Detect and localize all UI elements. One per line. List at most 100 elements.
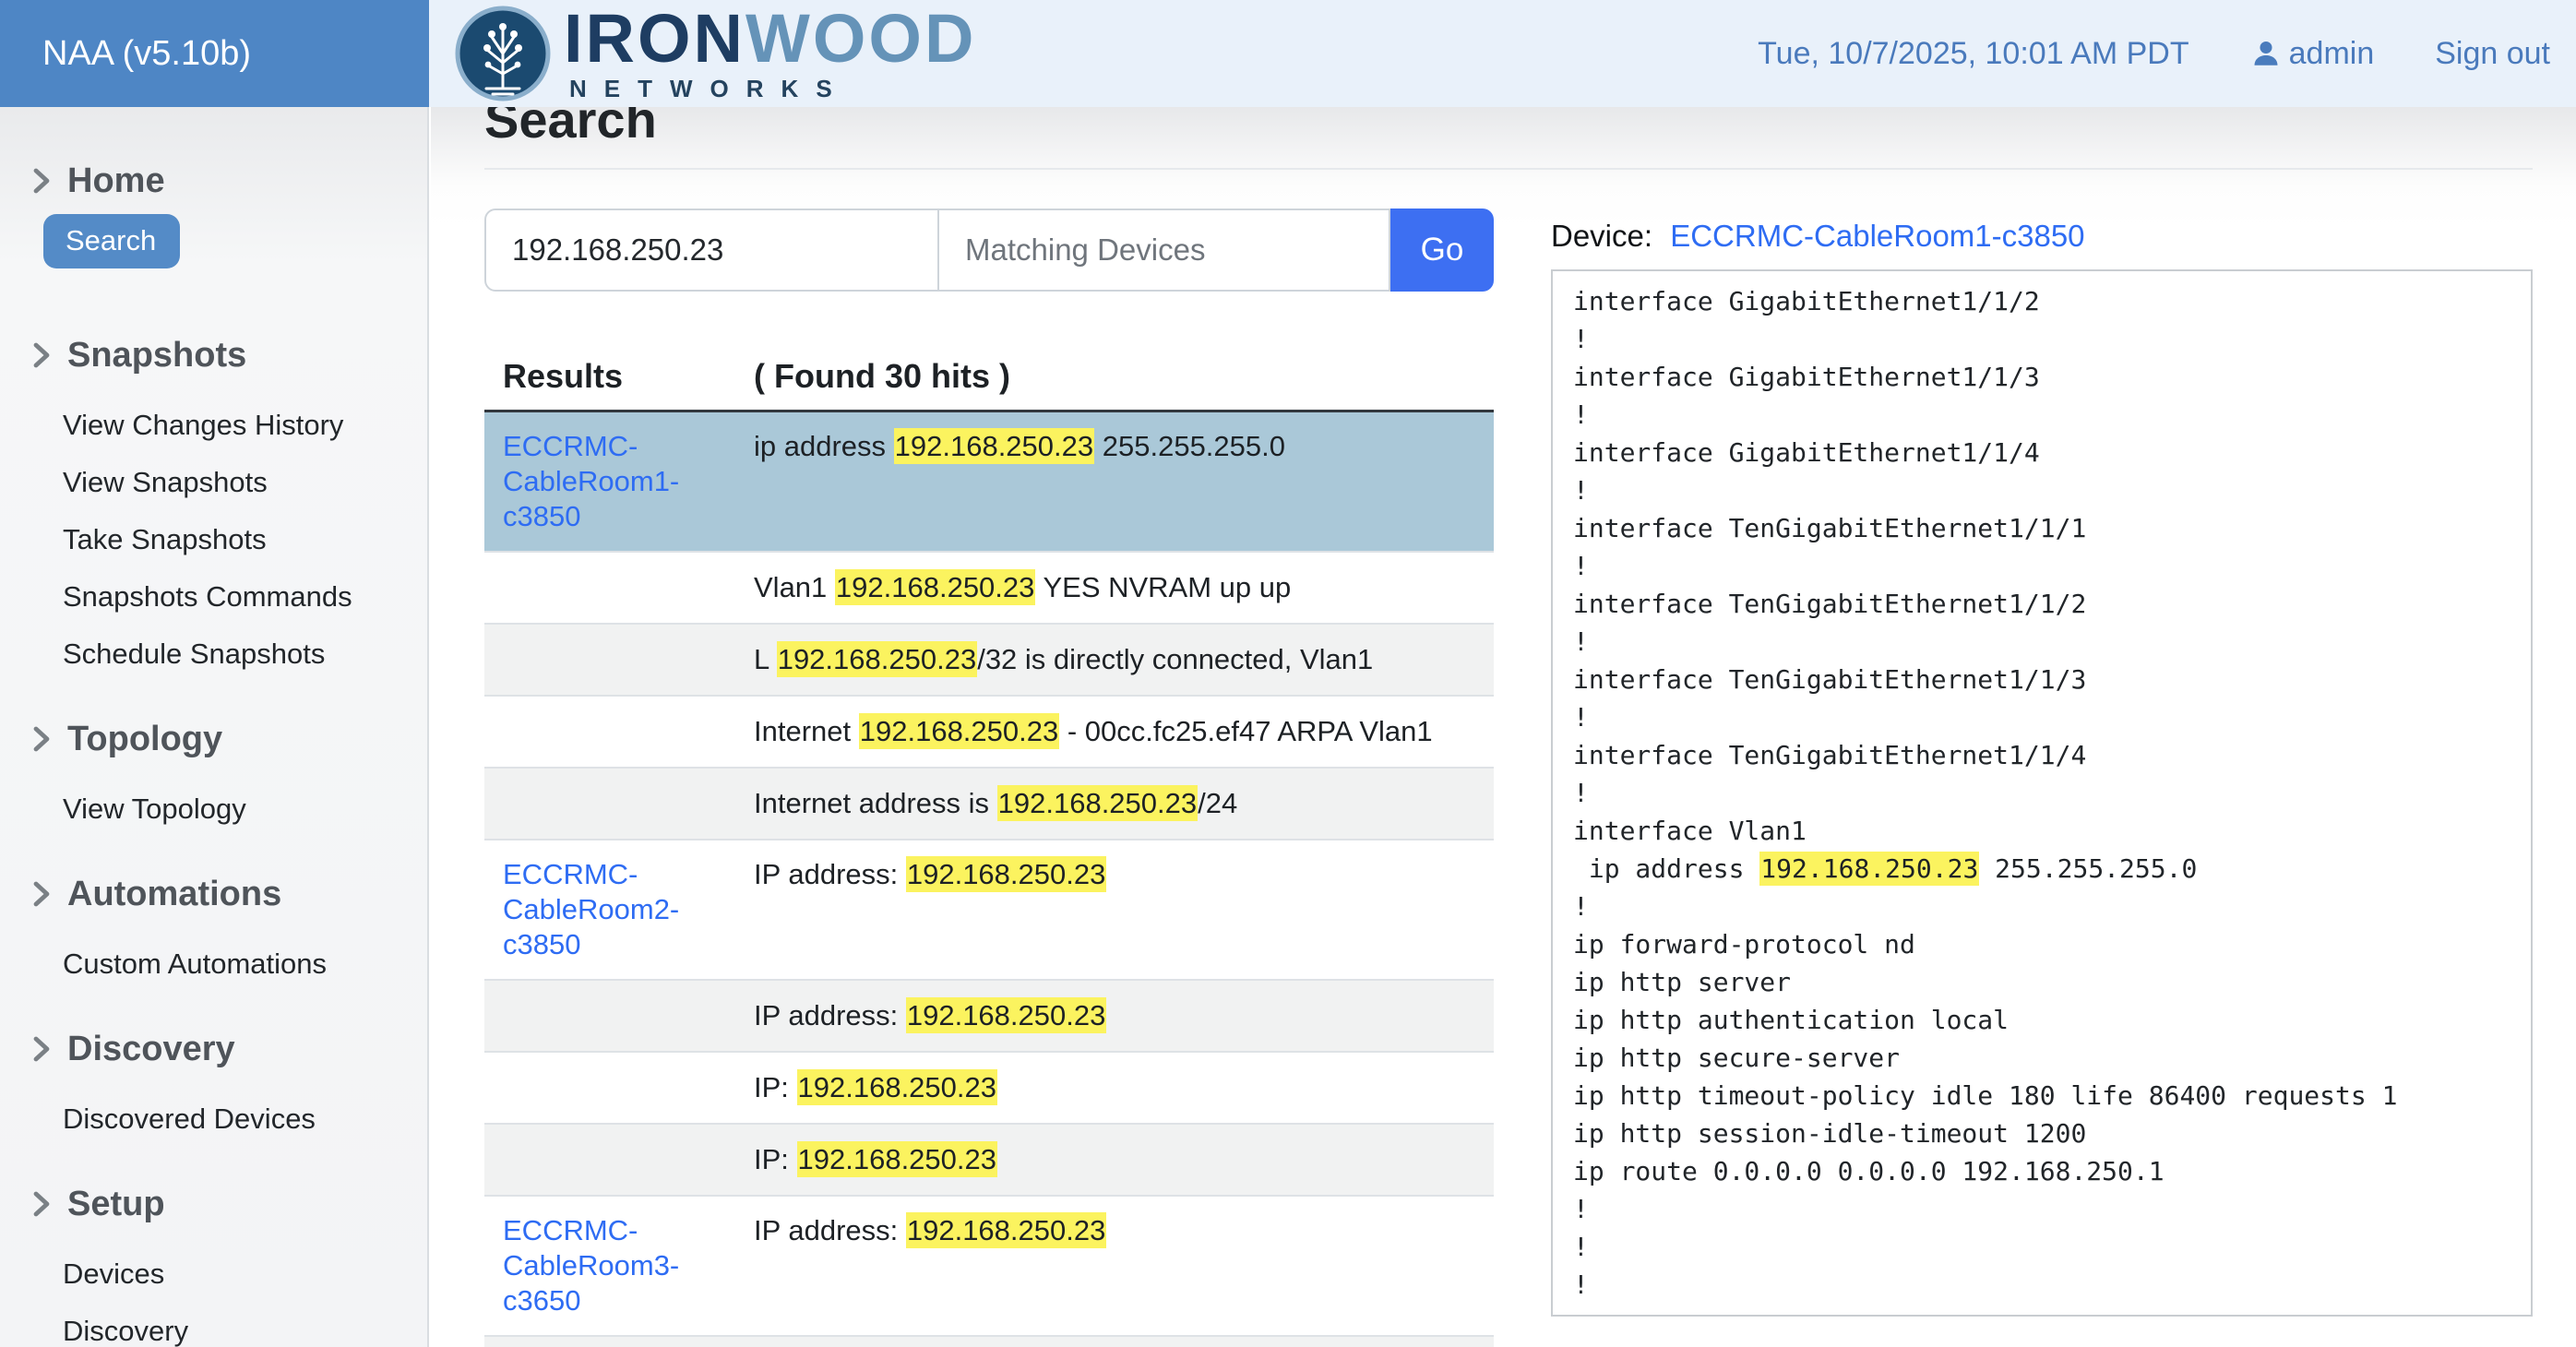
result-device-link[interactable]: ECCRMC-CableRoom3-c3650	[503, 1214, 679, 1317]
header-right-area: Tue, 10/7/2025, 10:01 AM PDT admin Sign …	[1758, 36, 2576, 72]
match-post-text: /24	[1198, 787, 1237, 819]
sidebar-header-topology[interactable]: Topology	[0, 717, 427, 761]
device-config-section: Device: ECCRMC-CableRoom1-c3850 interfac…	[1551, 209, 2533, 1347]
highlight-match: 192.168.250.23	[894, 428, 1095, 464]
sidebar-item-schedule-snapshots[interactable]: Schedule Snapshots	[63, 636, 427, 673]
sidebar-section-discovery: Discovery Discovered Devices	[0, 1027, 427, 1138]
result-match-text: Internet 192.168.250.23 - 00cc.fc25.ef47…	[754, 714, 1494, 749]
result-row: Vlan1 192.168.250.23 YES NVRAM up up	[484, 553, 1494, 625]
sidebar-header-snapshots[interactable]: Snapshots	[0, 333, 427, 377]
result-match-text: IP address: 192.168.250.23	[754, 998, 1494, 1033]
result-device-cell: ECCRMC-CableRoom1-c3850	[503, 429, 735, 534]
match-post-text: YES NVRAM up up	[1035, 571, 1291, 603]
username-label: admin	[2289, 36, 2375, 72]
device-link[interactable]: ECCRMC-CableRoom1-c3850	[1670, 219, 2084, 253]
sidebar-section-label: Automations	[67, 872, 281, 916]
sidebar-item-discovered-devices[interactable]: Discovered Devices	[63, 1101, 427, 1138]
sidebar-section-label: Discovery	[67, 1027, 235, 1071]
result-row: Internet 192.168.250.23 - 00cc.fc25.ef47…	[484, 697, 1494, 769]
sidebar-item-custom-automations[interactable]: Custom Automations	[63, 946, 427, 983]
chevron-right-icon	[30, 167, 53, 195]
highlight-match: 192.168.250.23	[859, 713, 1060, 749]
sidebar-header-home[interactable]: Home	[0, 159, 427, 203]
main-content: Search Go Results ( Found 30 hits ) ECCR…	[431, 107, 2576, 1347]
config-line: ip http secure-server	[1573, 1039, 2510, 1077]
match-pre-text: IP address:	[754, 1214, 906, 1246]
config-line: ip address 192.168.250.23 255.255.255.0	[1573, 850, 2510, 888]
result-match-text: Vlan1 192.168.250.23 YES NVRAM up up	[754, 570, 1494, 605]
sidebar-item-search[interactable]: Search	[43, 214, 180, 268]
config-line: !	[1573, 320, 2510, 358]
config-line: !	[1573, 623, 2510, 661]
config-line: !	[1573, 1228, 2510, 1266]
result-row: IP: 192.168.250.23	[484, 1053, 1494, 1125]
sidebar-item-take-snapshots[interactable]: Take Snapshots	[63, 521, 427, 558]
sidebar-section-label: Home	[67, 159, 165, 203]
highlight-match: 192.168.250.23	[835, 569, 1036, 605]
config-line: ip forward-protocol nd	[1573, 925, 2510, 963]
config-pre-text: ip address	[1573, 853, 1759, 884]
config-line: interface GigabitEthernet1/1/3	[1573, 358, 2510, 396]
config-line: interface GigabitEthernet1/1/2	[1573, 282, 2510, 320]
sidebar-header-setup[interactable]: Setup	[0, 1182, 427, 1226]
config-line: interface TenGigabitEthernet1/1/4	[1573, 736, 2510, 774]
device-config-box: interface GigabitEthernet1/1/2!interface…	[1551, 269, 2533, 1317]
sidebar-item-view-snapshots[interactable]: View Snapshots	[63, 464, 427, 501]
match-pre-text: Internet	[754, 715, 859, 747]
config-line: ip http timeout-policy idle 180 life 864…	[1573, 1077, 2510, 1115]
brand-word-networks: NETWORKS	[564, 75, 976, 103]
config-line: interface GigabitEthernet1/1/4	[1573, 434, 2510, 471]
config-line: ip route 0.0.0.0 0.0.0.0 192.168.250.1	[1573, 1152, 2510, 1190]
result-row: ECCRMC-CableRoom1-c3850ip address 192.16…	[484, 412, 1494, 553]
sidebar-section-label: Topology	[67, 717, 222, 761]
result-match-text: L 192.168.250.23/32 is directly connecte…	[754, 642, 1494, 677]
sidebar-item-view-topology[interactable]: View Topology	[63, 791, 427, 828]
config-line: ip http server	[1573, 963, 2510, 1001]
sign-out-link[interactable]: Sign out	[2435, 36, 2550, 72]
highlight-match: 192.168.250.23	[797, 1141, 998, 1177]
go-button[interactable]: Go	[1390, 209, 1494, 292]
chevron-right-icon	[30, 725, 53, 753]
highlight-match: 192.168.250.23	[997, 785, 1199, 821]
sidebar-section-snapshots: Snapshots View Changes History View Snapsh…	[0, 333, 427, 673]
result-row: ECCRMC-CableRoom2-c3850IP address: 192.1…	[484, 840, 1494, 981]
sidebar-item-discovery[interactable]: Discovery	[63, 1313, 427, 1347]
user-menu[interactable]: admin	[2250, 36, 2375, 72]
sidebar-header-automations[interactable]: Automations	[0, 872, 427, 916]
config-line: ip http session-idle-timeout 1200	[1573, 1115, 2510, 1152]
config-line: !	[1573, 774, 2510, 812]
config-line: !	[1573, 396, 2510, 434]
result-row	[484, 1337, 1494, 1347]
result-match-text: IP: 192.168.250.23	[754, 1142, 1494, 1177]
chevron-right-icon	[30, 341, 53, 369]
config-line: ip http authentication local	[1573, 1001, 2510, 1039]
sidebar-section-automations: Automations Custom Automations	[0, 872, 427, 983]
result-row: ECCRMC-CableRoom3-c3650 IP address: 192.1…	[484, 1197, 1494, 1337]
config-line: !	[1573, 1266, 2510, 1304]
app-version-badge: NAA (v5.10b)	[0, 0, 429, 107]
result-device-link[interactable]: ECCRMC-CableRoom1-c3850	[503, 430, 679, 532]
sidebar-item-devices[interactable]: Devices	[63, 1256, 427, 1293]
result-match-text: IP address: 192.168.250.23	[754, 1213, 1494, 1248]
header-datetime: Tue, 10/7/2025, 10:01 AM PDT	[1758, 36, 2188, 72]
sidebar-section-setup: Setup Devices Discovery	[0, 1182, 427, 1347]
results-title: Results	[503, 356, 735, 397]
match-pre-text: IP:	[754, 1143, 797, 1175]
search-query-input[interactable]	[484, 209, 939, 292]
highlight-match: 192.168.250.23	[797, 1069, 998, 1105]
match-pre-text: IP:	[754, 1071, 797, 1103]
sidebar-section-label: Snapshots	[67, 333, 246, 377]
results-hit-count: ( Found 30 hits )	[754, 356, 1010, 397]
device-label: Device:	[1551, 219, 1652, 253]
result-device-link[interactable]: ECCRMC-CableRoom2-c3850	[503, 858, 679, 960]
sidebar-header-discovery[interactable]: Discovery	[0, 1027, 427, 1071]
chevron-right-icon	[30, 880, 53, 908]
config-line: !	[1573, 698, 2510, 736]
sidebar-item-view-changes-history[interactable]: View Changes History	[63, 407, 427, 444]
sidebar-item-snapshots-commands[interactable]: Snapshots Commands	[63, 578, 427, 615]
match-pre-text: IP address:	[754, 858, 906, 890]
top-header: NAA (v5.10b)	[0, 0, 2576, 107]
config-line: interface TenGigabitEthernet1/1/3	[1573, 661, 2510, 698]
matching-devices-input[interactable]	[939, 209, 1390, 292]
config-line: interface TenGigabitEthernet1/1/2	[1573, 585, 2510, 623]
